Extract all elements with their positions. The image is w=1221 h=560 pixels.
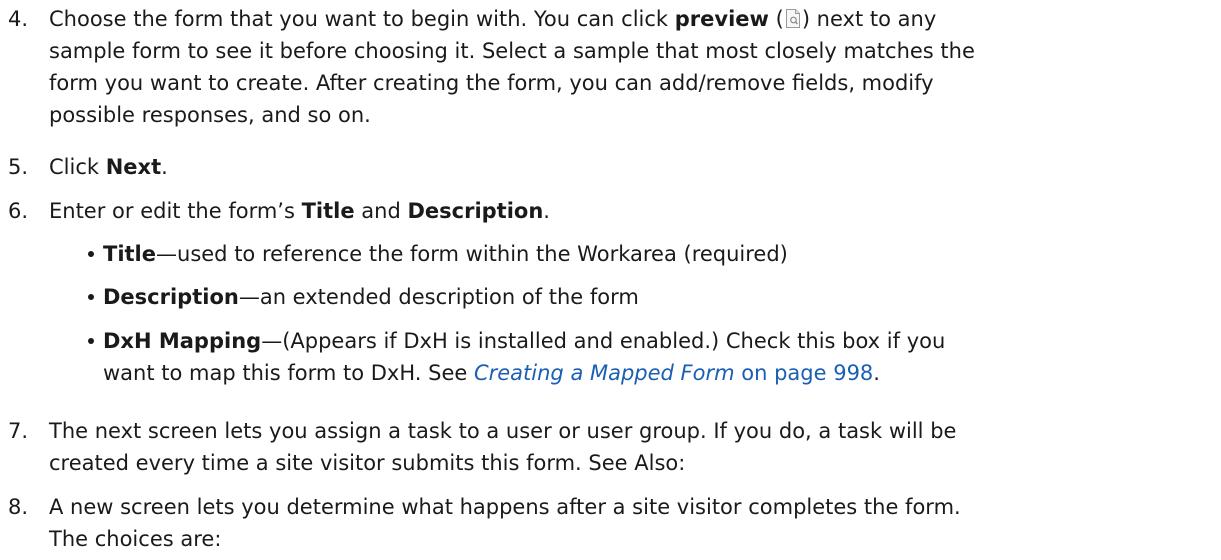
step-number: 4. [8, 7, 29, 31]
text-line: DxH Mapping—(Appears if DxH is installed… [103, 329, 946, 353]
text-line: Choose the form that you want to begin w… [49, 7, 937, 31]
step-number: 5. [8, 155, 29, 179]
step-text: The next screen lets you assign a task t… [49, 415, 1199, 479]
text-line: want to map this form to DxH. See Creati… [103, 361, 880, 385]
step-number: 6. [8, 199, 29, 223]
text-line: form you want to create. After creating … [49, 71, 934, 95]
creating-mapped-form-link[interactable]: Creating a Mapped Form on page 998 [474, 361, 873, 385]
title-term: Title [301, 199, 355, 223]
step-number: 8. [8, 495, 29, 519]
preview-term: preview [674, 7, 769, 31]
text-line: sample form to see it before choosing it… [49, 39, 975, 63]
text-line: The choices are: [49, 527, 222, 551]
bullet-text: Title—used to reference the form within … [103, 242, 788, 266]
step-text: Click Next. [49, 155, 168, 179]
step-text: Enter or edit the form’s Title and Descr… [49, 199, 550, 223]
document-page: 4. Choose the form that you want to begi… [0, 0, 1221, 560]
bullet-dot [88, 251, 94, 257]
text-line: possible responses, and so on. [49, 103, 371, 127]
step-text: A new screen lets you determine what hap… [49, 491, 1199, 555]
bullet-dot [88, 338, 94, 344]
description-term: Description [407, 199, 544, 223]
bullet-text: DxH Mapping—(Appears if DxH is installed… [103, 325, 1203, 389]
step-number: 7. [8, 419, 29, 443]
bullet-text: Description—an extended description of t… [103, 285, 639, 309]
preview-page-icon [785, 9, 801, 28]
step-text: Choose the form that you want to begin w… [49, 3, 1199, 131]
text-line: created every time a site visitor submit… [49, 451, 686, 475]
text-line: The next screen lets you assign a task t… [49, 419, 957, 443]
next-term: Next [105, 155, 162, 179]
bullet-dot [88, 294, 94, 300]
text-line: A new screen lets you determine what hap… [49, 495, 961, 519]
